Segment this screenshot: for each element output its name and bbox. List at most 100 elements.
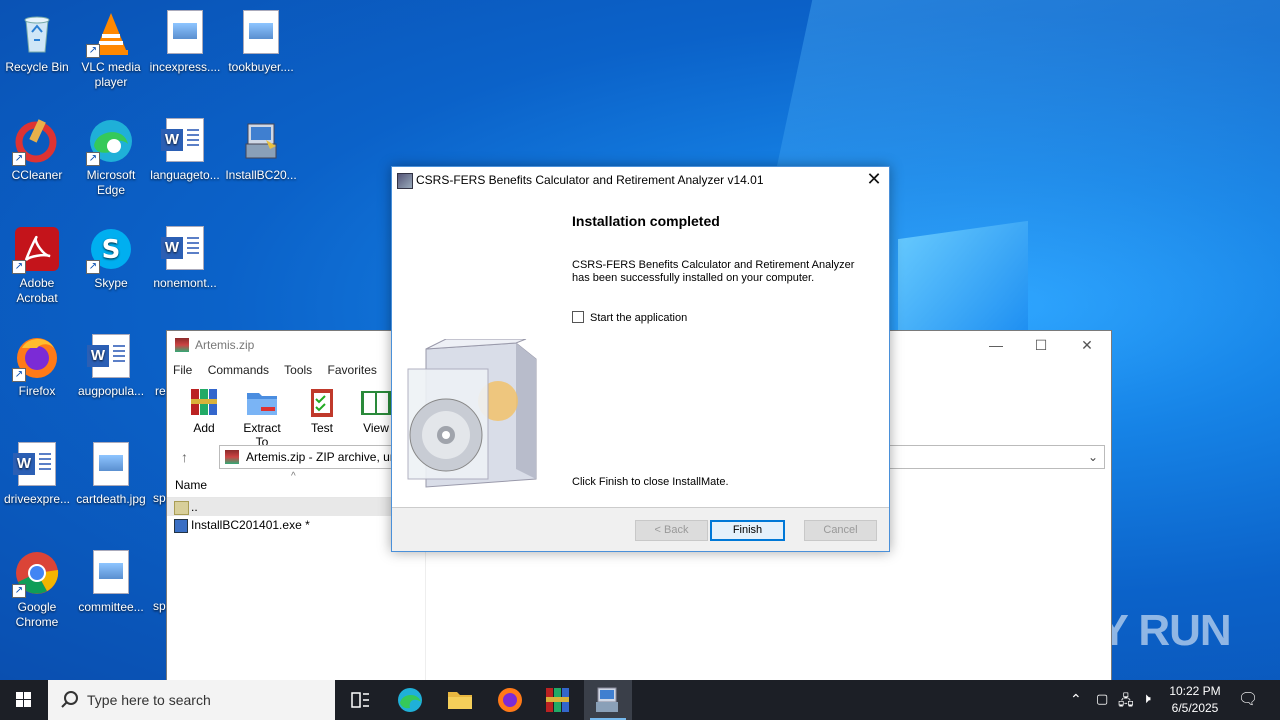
chrome-icon: ↗ bbox=[12, 550, 60, 598]
dialog-titlebar[interactable]: CSRS-FERS Benefits Calculator and Retire… bbox=[392, 167, 889, 193]
desktop-icon-vlc[interactable]: ↗ VLC media player bbox=[74, 4, 148, 90]
winrar-title: Artemis.zip bbox=[195, 338, 255, 352]
shortcut-arrow-icon: ↗ bbox=[12, 368, 26, 382]
shortcut-arrow-icon: ↗ bbox=[12, 152, 26, 166]
minimize-button[interactable]: — bbox=[973, 331, 1019, 359]
desktop-icon-firefox[interactable]: ↗ Firefox bbox=[0, 328, 74, 399]
taskbar-search-box[interactable]: Type here to search bbox=[48, 680, 335, 720]
task-view-button[interactable] bbox=[336, 680, 384, 720]
start-application-checkbox[interactable]: Start the application bbox=[572, 311, 687, 325]
desktop-icon-nonemont[interactable]: W nonemont... bbox=[148, 220, 222, 291]
shortcut-arrow-icon: ↗ bbox=[86, 44, 100, 58]
menu-commands[interactable]: Commands bbox=[208, 363, 269, 377]
cancel-button[interactable]: Cancel bbox=[804, 520, 877, 541]
dialog-heading: Installation completed bbox=[572, 213, 720, 229]
task-view-icon bbox=[351, 692, 369, 708]
desktop-icon-augpopula[interactable]: W augpopula... bbox=[74, 328, 148, 399]
recycle-bin-icon bbox=[14, 10, 60, 56]
installer-dialog[interactable]: CSRS-FERS Benefits Calculator and Retire… bbox=[391, 166, 890, 552]
taskbar-installer[interactable] bbox=[584, 680, 632, 720]
desktop-icon-committee[interactable]: committee... bbox=[74, 544, 148, 615]
sort-up-icon: ^ bbox=[291, 471, 296, 482]
installer-icon bbox=[238, 118, 284, 164]
acrobat-icon: ↗ bbox=[12, 226, 60, 274]
desktop-icon-incexpress[interactable]: incexpress.... bbox=[148, 4, 222, 75]
test-button[interactable]: Test bbox=[297, 385, 347, 435]
shortcut-arrow-icon: ↗ bbox=[86, 152, 100, 166]
back-button[interactable]: < Back bbox=[635, 520, 708, 541]
extract-to-button[interactable]: Extract To bbox=[237, 385, 287, 449]
taskbar-clock[interactable]: 10:22 PM 6/5/2025 bbox=[1160, 683, 1230, 717]
firefox-icon bbox=[498, 688, 522, 712]
edge-icon: ↗ bbox=[86, 118, 134, 166]
taskbar: Type here to search ⌃ ▢ 🖧 🕨 10:22 PM 6/5… bbox=[0, 680, 1280, 720]
desktop-icon-ccleaner[interactable]: ↗ CCleaner bbox=[0, 112, 74, 183]
chevron-down-icon[interactable]: ⌄ bbox=[1088, 446, 1098, 468]
vlc-icon: ↗ bbox=[86, 10, 134, 58]
desktop-icon-driveexpre[interactable]: W driveexpre... bbox=[0, 436, 74, 507]
desktop-icon-partial-label: sp bbox=[153, 599, 166, 613]
image-file-icon bbox=[162, 10, 208, 56]
desktop-icon-skype[interactable]: S ↗ Skype bbox=[74, 220, 148, 291]
list-item-installbc[interactable]: InstallBC201401.exe * bbox=[167, 516, 425, 534]
image-file-icon bbox=[88, 550, 134, 596]
search-icon bbox=[61, 691, 78, 708]
installer-icon bbox=[596, 687, 618, 712]
menu-favorites[interactable]: Favorites bbox=[328, 363, 377, 377]
list-item-parent[interactable]: .. bbox=[167, 498, 425, 516]
desktop-icon-partial-label: re bbox=[155, 384, 166, 398]
show-hidden-icons-button[interactable]: ⌃ bbox=[1070, 691, 1082, 708]
menu-file[interactable]: File bbox=[173, 363, 192, 377]
maximize-button[interactable]: ☐ bbox=[1018, 331, 1064, 359]
desktop-icon-installbc[interactable]: InstallBC20... bbox=[224, 112, 298, 183]
dialog-footer-text: Click Finish to close InstallMate. bbox=[572, 476, 729, 488]
desktop-icon-recycle-bin[interactable]: Recycle Bin bbox=[0, 4, 74, 75]
windows-logo-icon bbox=[16, 692, 31, 707]
network-icon[interactable]: 🖧 bbox=[1118, 690, 1134, 714]
desktop-icon-google-chrome[interactable]: ↗ Google Chrome bbox=[0, 544, 74, 630]
close-button[interactable]: ✕ bbox=[1064, 331, 1110, 359]
desktop-icon-tookbuyer[interactable]: tookbuyer.... bbox=[224, 4, 298, 75]
shortcut-arrow-icon: ↗ bbox=[12, 584, 26, 598]
desktop-icon-microsoft-edge[interactable]: ↗ Microsoft Edge bbox=[74, 112, 148, 198]
dialog-message: CSRS-FERS Benefits Calculator and Retire… bbox=[572, 259, 855, 284]
finish-button[interactable]: Finish bbox=[710, 520, 785, 541]
word-document-icon: W bbox=[161, 118, 208, 164]
winrar-app-icon bbox=[175, 338, 189, 352]
archive-icon bbox=[225, 450, 239, 464]
view-book-icon bbox=[359, 385, 393, 419]
notification-center-icon[interactable]: 🗨 bbox=[1238, 689, 1258, 709]
extract-folder-icon bbox=[245, 385, 279, 419]
firefox-icon: ↗ bbox=[12, 334, 60, 382]
software-box-cd-icon bbox=[406, 338, 556, 489]
taskbar-file-explorer[interactable] bbox=[436, 680, 484, 720]
taskbar-edge[interactable] bbox=[386, 680, 434, 720]
svg-text:S: S bbox=[102, 235, 121, 265]
up-arrow-icon[interactable]: ↑ bbox=[181, 449, 188, 465]
desktop-icon-cartdeath[interactable]: cartdeath.jpg bbox=[74, 436, 148, 507]
desktop-icon-adobe-acrobat[interactable]: ↗ Adobe Acrobat bbox=[0, 220, 74, 306]
winrar-icon bbox=[546, 688, 569, 712]
desktop-icon-languageto[interactable]: W languageto... bbox=[148, 112, 222, 183]
start-button[interactable] bbox=[0, 680, 48, 720]
volume-icon[interactable]: 🕨 bbox=[1142, 690, 1151, 707]
shortcut-arrow-icon: ↗ bbox=[12, 260, 26, 274]
column-header-name[interactable]: Name ^ bbox=[167, 471, 425, 498]
folder-icon bbox=[448, 692, 472, 709]
close-button[interactable]: ✕ bbox=[859, 167, 889, 193]
taskbar-firefox[interactable] bbox=[486, 680, 534, 720]
add-button[interactable]: Add bbox=[179, 385, 229, 435]
exe-file-icon bbox=[174, 519, 188, 533]
checkbox-box[interactable] bbox=[572, 311, 584, 323]
meet-now-icon[interactable]: ▢ bbox=[1096, 691, 1108, 707]
file-list: Name ^ .. InstallBC201401.exe * bbox=[167, 471, 425, 681]
taskbar-winrar[interactable] bbox=[534, 680, 582, 720]
image-file-icon bbox=[238, 10, 284, 56]
dialog-button-bar: < Back Finish Cancel bbox=[392, 508, 889, 551]
word-document-icon: W bbox=[13, 442, 60, 488]
menu-tools[interactable]: Tools bbox=[284, 363, 312, 377]
dialog-title: CSRS-FERS Benefits Calculator and Retire… bbox=[416, 173, 764, 187]
image-file-icon bbox=[88, 442, 134, 488]
shortcut-arrow-icon: ↗ bbox=[86, 260, 100, 274]
word-document-icon: W bbox=[161, 226, 208, 272]
